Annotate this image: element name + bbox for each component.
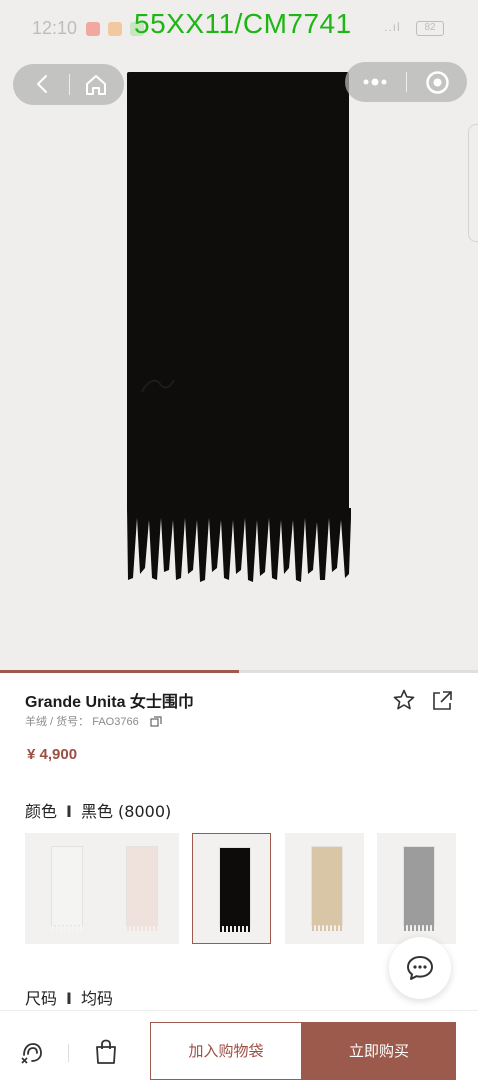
swatch-scarf-image — [127, 847, 157, 925]
swatch-scarf-image — [220, 848, 250, 926]
product-subtitle: 羊绒 / 货号： FAO3766 — [25, 716, 139, 728]
add-to-bag-button[interactable]: 加入购物袋 — [150, 1022, 302, 1080]
scarf-fringe — [127, 508, 351, 582]
nav-capsule-right — [345, 62, 467, 102]
bag-icon[interactable] — [94, 1039, 118, 1065]
size-selector-label: 尺码 I 均码 — [25, 985, 113, 1009]
home-icon[interactable] — [83, 72, 109, 98]
product-price: ¥ 4,900 — [27, 746, 78, 763]
color-selector-label: 颜色 I 黑色 (8000) — [25, 798, 171, 822]
chat-button[interactable] — [389, 937, 451, 999]
nav-capsule-left — [13, 64, 124, 105]
color-label: 颜色 — [25, 802, 58, 821]
product-title: Grande Unita 女士围巾 — [25, 694, 194, 711]
swatch-fringe — [127, 923, 157, 931]
color-value: 黑色 (8000) — [80, 802, 172, 821]
signal-icon: ..ıl — [384, 20, 401, 34]
battery-icon: 82 — [416, 21, 444, 36]
size-value: 均码 — [80, 989, 113, 1008]
color-swatch[interactable] — [285, 833, 364, 944]
nav-divider — [406, 72, 407, 92]
chevron-left-icon[interactable] — [31, 72, 55, 96]
scarf-image — [127, 72, 349, 512]
notification-icon — [108, 22, 122, 36]
swatch-fringe — [312, 923, 342, 931]
share-icon[interactable] — [430, 689, 454, 713]
copy-icon[interactable] — [150, 716, 162, 728]
color-swatch[interactable] — [25, 833, 104, 944]
target-icon[interactable] — [425, 70, 450, 95]
status-time: 12:10 — [32, 18, 78, 38]
bottom-divider — [68, 1044, 69, 1062]
swatch-scarf-image — [52, 847, 82, 925]
color-swatch[interactable] — [377, 833, 456, 944]
more-dots-icon[interactable] — [361, 72, 389, 92]
chat-icon — [407, 956, 433, 980]
color-swatch[interactable] — [192, 833, 271, 944]
size-separator: I — [66, 989, 72, 1008]
nav-divider — [69, 74, 70, 95]
swatch-fringe — [52, 923, 82, 931]
service-icon[interactable] — [19, 1039, 45, 1065]
swatch-scarf-image — [312, 847, 342, 925]
buy-now-button[interactable]: 立即购买 — [302, 1022, 456, 1080]
watermark-text: 55XX11/CM7741 — [134, 8, 352, 39]
swatch-fringe — [404, 923, 434, 931]
gallery-progress — [0, 670, 478, 673]
swatch-scarf-image — [404, 847, 434, 925]
swatch-fringe — [220, 924, 250, 932]
gallery-progress-fill — [0, 670, 239, 673]
scarf-logo-mark — [141, 379, 175, 393]
size-label: 尺码 — [25, 989, 58, 1008]
color-swatch[interactable] — [100, 833, 179, 944]
side-tab-handle[interactable] — [468, 124, 478, 242]
notification-icon — [86, 22, 100, 36]
color-separator: I — [66, 802, 72, 821]
star-icon[interactable] — [392, 688, 416, 712]
